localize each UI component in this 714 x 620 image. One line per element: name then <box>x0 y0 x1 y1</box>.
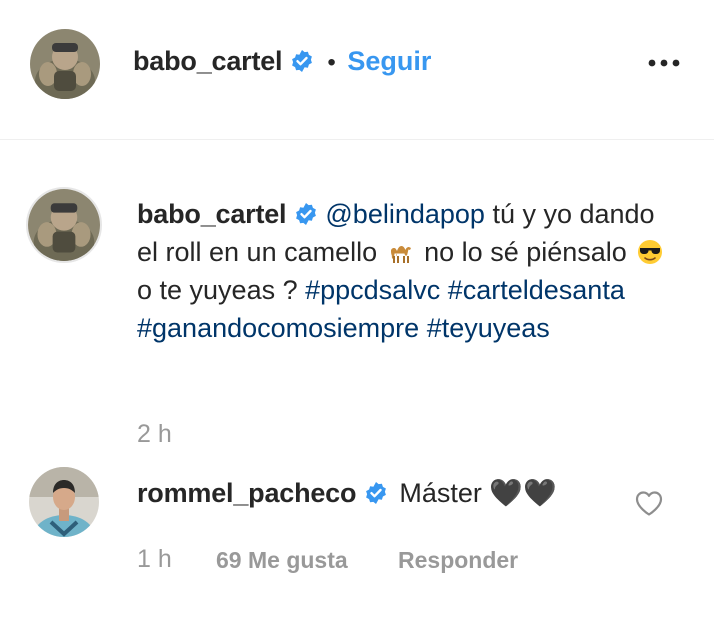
like-heart-icon[interactable] <box>634 489 664 517</box>
mention-link[interactable]: @belindapop <box>325 199 485 229</box>
comment-line: rommel_pacheco Máster 🖤🖤 <box>137 477 557 509</box>
verified-badge-icon <box>294 202 318 226</box>
comment-likes[interactable]: 69 Me gusta <box>216 547 348 574</box>
separator-dot: • <box>327 49 336 76</box>
header-username[interactable]: babo_cartel <box>133 46 283 76</box>
hashtag-link[interactable]: #ganandocomosiempre <box>137 313 419 343</box>
comment-text: Máster 🖤🖤 <box>399 478 557 508</box>
camel-emoji-icon <box>388 239 414 265</box>
avatar[interactable] <box>26 187 102 263</box>
more-options-icon[interactable] <box>644 52 684 74</box>
caption-text-part: o te yuyeas ? <box>137 275 306 305</box>
verified-badge-icon <box>364 481 388 505</box>
post-header: babo_cartel • Seguir <box>0 0 714 140</box>
caption-username[interactable]: babo_cartel <box>137 199 287 229</box>
avatar[interactable] <box>29 467 99 537</box>
comment-username[interactable]: rommel_pacheco <box>137 478 356 508</box>
comment-timestamp[interactable]: 1 h <box>137 545 172 574</box>
caption-timestamp[interactable]: 2 h <box>137 420 172 449</box>
verified-badge-icon <box>290 49 314 73</box>
hashtag-link[interactable]: #carteldesanta <box>448 275 625 305</box>
caption-text-part: no lo sé piénsalo <box>416 237 635 267</box>
avatar[interactable] <box>30 29 100 99</box>
hashtag-link[interactable]: #teyuyeas <box>427 313 550 343</box>
follow-button[interactable]: Seguir <box>347 46 431 76</box>
caption-text: babo_cartel @belindapop tú y yo dando el… <box>137 195 677 347</box>
sunglasses-face-emoji-icon <box>637 239 663 265</box>
header-user-line: babo_cartel • Seguir <box>133 46 431 77</box>
hashtag-link[interactable]: #ppcdsalvc <box>305 275 440 305</box>
reply-button[interactable]: Responder <box>398 547 518 574</box>
